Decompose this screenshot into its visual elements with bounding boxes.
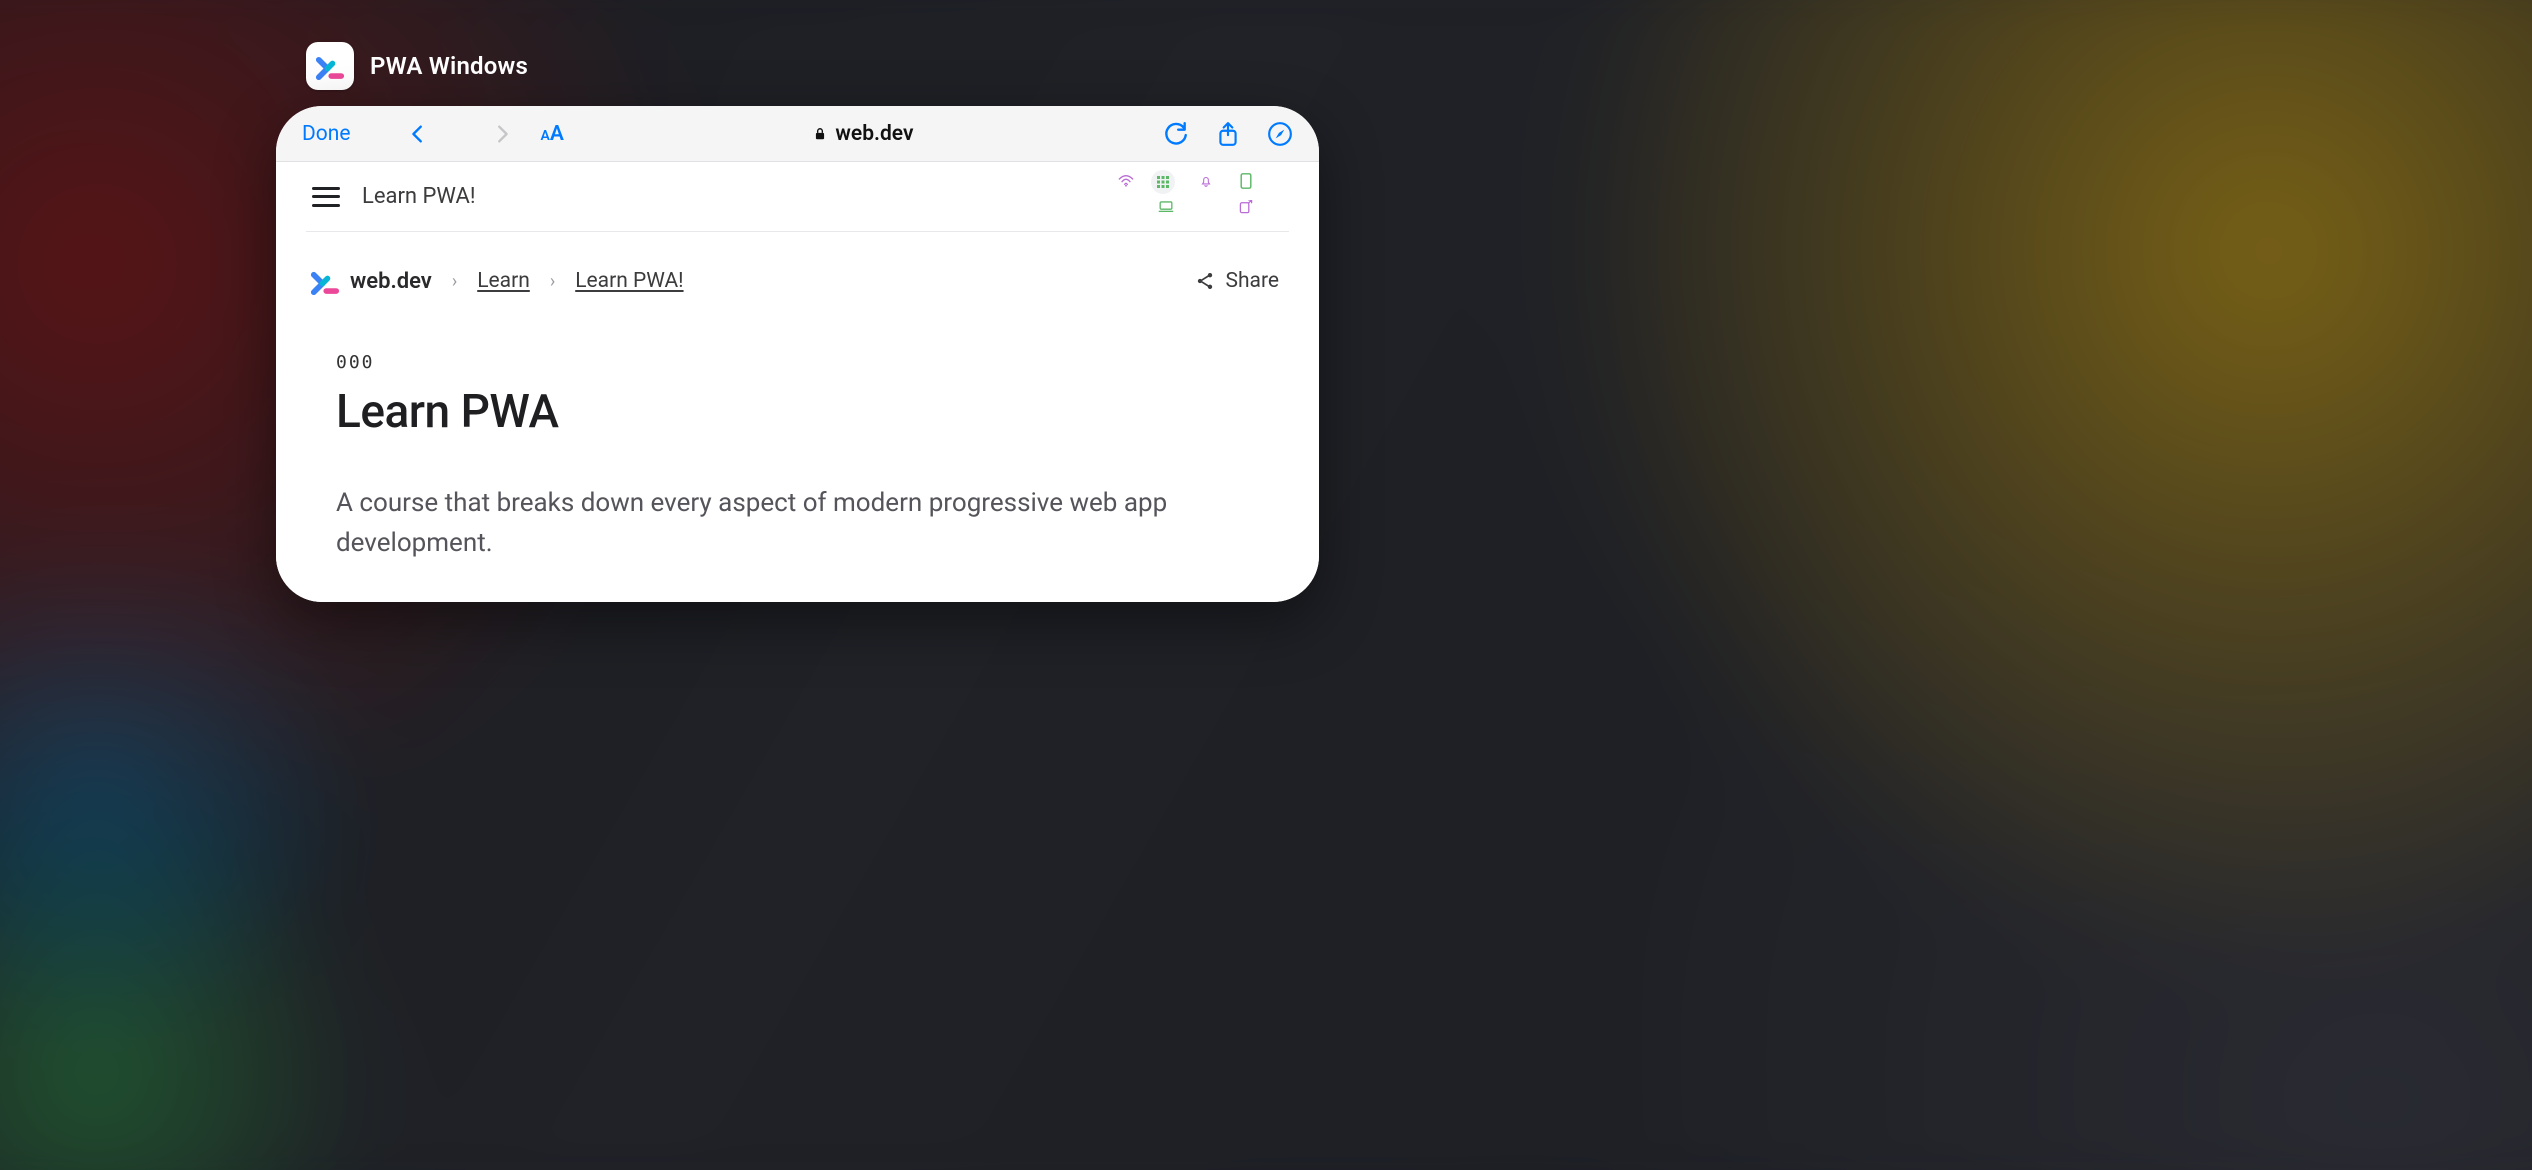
address-display[interactable]: web.dev xyxy=(572,122,1155,146)
chevron-left-icon xyxy=(407,123,429,145)
open-in-safari-button[interactable] xyxy=(1267,121,1293,147)
phone-portrait-icon xyxy=(1231,170,1261,192)
app-switcher-header: PWA Windows xyxy=(306,42,528,90)
app-icon xyxy=(306,42,354,90)
breadcrumb-learn[interactable]: Learn xyxy=(477,269,530,293)
share-label: Share xyxy=(1225,269,1279,293)
page-title: Learn PWA xyxy=(336,385,1259,439)
hamburger-line-icon xyxy=(312,187,340,190)
domain-label: web.dev xyxy=(835,122,913,146)
compass-icon xyxy=(1267,121,1293,147)
share-icon xyxy=(1215,121,1241,147)
export-device-icon xyxy=(1231,196,1261,218)
text-size-button[interactable]: AA xyxy=(541,122,564,146)
chevron-right-icon: › xyxy=(550,271,555,292)
chevron-right-icon xyxy=(491,123,513,145)
done-button[interactable]: Done xyxy=(302,122,351,146)
site-header-title: Learn PWA! xyxy=(362,184,476,209)
bell-icon xyxy=(1191,170,1221,192)
in-app-browser-toolbar: Done AA web.dev xyxy=(276,106,1319,162)
hamburger-line-icon xyxy=(312,195,340,198)
webdev-logo-icon xyxy=(315,51,345,81)
reload-icon xyxy=(1163,121,1189,147)
device-status-icons xyxy=(1111,170,1261,218)
page-content: Learn PWA! xyxy=(276,162,1319,602)
article-lede: A course that breaks down every aspect o… xyxy=(336,483,1176,564)
grid-icon-button[interactable] xyxy=(1151,170,1175,194)
brand-home-link[interactable]: web.dev xyxy=(310,266,432,296)
hamburger-menu-button[interactable] xyxy=(312,187,340,207)
reload-button[interactable] xyxy=(1163,121,1189,147)
brand-text: web.dev xyxy=(350,269,432,294)
breadcrumb-learn-pwa[interactable]: Learn PWA! xyxy=(575,269,683,293)
share-nodes-icon xyxy=(1195,271,1215,291)
app-title: PWA Windows xyxy=(370,52,528,80)
back-button[interactable] xyxy=(401,123,435,145)
hamburger-line-icon xyxy=(312,204,340,207)
webdev-logo-icon xyxy=(310,266,340,296)
breadcrumb: web.dev › Learn › Learn PWA! Share xyxy=(306,232,1289,296)
text-size-small-a-icon: A xyxy=(541,128,550,144)
text-size-large-a-icon: A xyxy=(550,122,564,146)
article: 000 Learn PWA A course that breaks down … xyxy=(306,296,1289,564)
wifi-icon xyxy=(1111,170,1141,192)
chevron-right-icon: › xyxy=(452,271,457,292)
lock-icon xyxy=(813,127,827,141)
laptop-icon xyxy=(1151,196,1181,218)
app-preview-card[interactable]: Done AA web.dev xyxy=(276,106,1319,602)
page-share-button[interactable]: Share xyxy=(1195,269,1285,293)
forward-button xyxy=(485,123,519,145)
site-header: Learn PWA! xyxy=(306,162,1289,232)
share-button[interactable] xyxy=(1215,121,1241,147)
article-number: 000 xyxy=(336,352,1259,373)
